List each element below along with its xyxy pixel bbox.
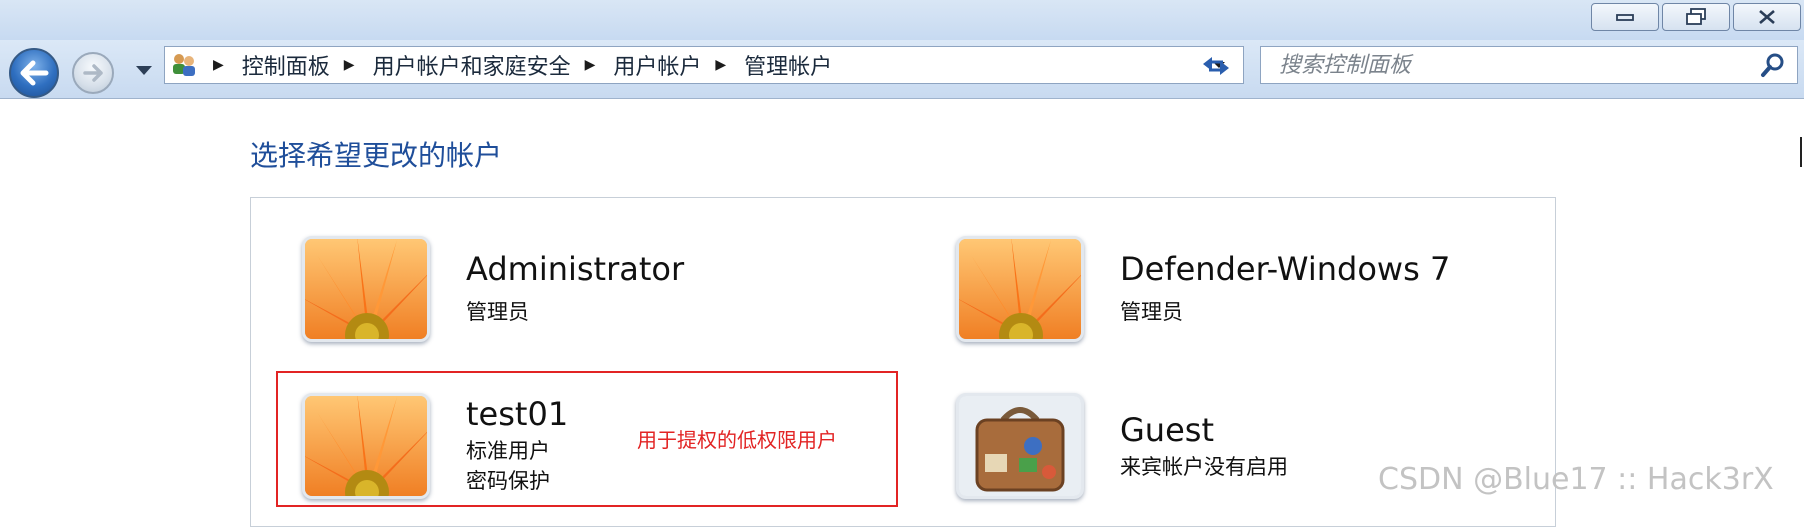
breadcrumb-separator[interactable]: ▶ bbox=[344, 57, 355, 73]
restore-icon bbox=[1686, 8, 1706, 25]
breadcrumb-manage-accounts[interactable]: 管理帐户 bbox=[744, 49, 832, 81]
breadcrumb-separator[interactable]: ▶ bbox=[715, 57, 726, 73]
watermark: CSDN @Blue17 :: Hack3rX bbox=[1378, 462, 1774, 497]
refresh-button[interactable] bbox=[1188, 48, 1244, 84]
account-type: 管理员 bbox=[1120, 300, 1183, 324]
annotation-text: 用于提权的低权限用户 bbox=[637, 428, 837, 452]
suitcase-account-picture bbox=[956, 393, 1084, 499]
page-title: 选择希望更改的帐户 bbox=[250, 139, 503, 172]
account-name[interactable]: Administrator bbox=[466, 250, 684, 288]
minimize-button[interactable] bbox=[1591, 3, 1659, 31]
flower-account-picture bbox=[302, 236, 430, 342]
navigation-bar: ▶ 控制面板 ▶ 用户帐户和家庭安全 ▶ 用户帐户 ▶ 管理帐户 bbox=[0, 40, 1804, 99]
user-accounts-icon bbox=[169, 51, 199, 79]
recent-pages-dropdown[interactable] bbox=[136, 66, 152, 75]
minimize-icon bbox=[1616, 14, 1634, 21]
back-button[interactable] bbox=[9, 48, 59, 98]
caption-buttons bbox=[1591, 3, 1804, 33]
refresh-icon bbox=[1203, 57, 1229, 75]
restore-button[interactable] bbox=[1662, 3, 1730, 31]
search-input[interactable] bbox=[1279, 49, 1719, 81]
breadcrumb-control-panel[interactable]: 控制面板 bbox=[242, 49, 330, 81]
breadcrumb-separator[interactable]: ▶ bbox=[213, 57, 224, 73]
account-name[interactable]: Defender-Windows 7 bbox=[1120, 250, 1450, 288]
close-icon bbox=[1759, 10, 1775, 24]
back-arrow-icon bbox=[20, 60, 49, 86]
account-type: 管理员 bbox=[466, 300, 529, 324]
account-tile-administrator[interactable]: Administrator 管理员 bbox=[302, 236, 922, 356]
forward-button[interactable] bbox=[72, 52, 114, 94]
flower-account-picture bbox=[956, 236, 1084, 342]
search-box[interactable] bbox=[1260, 46, 1798, 84]
account-name[interactable]: Guest bbox=[1120, 411, 1214, 449]
breadcrumb-user-accounts-family-safety[interactable]: 用户帐户和家庭安全 bbox=[373, 49, 571, 81]
forward-arrow-icon bbox=[83, 64, 103, 82]
account-status: 来宾帐户没有启用 bbox=[1120, 455, 1288, 479]
close-button[interactable] bbox=[1733, 3, 1801, 31]
title-bar bbox=[0, 0, 1804, 40]
breadcrumb-separator[interactable]: ▶ bbox=[585, 57, 596, 73]
address-bar[interactable]: ▶ 控制面板 ▶ 用户帐户和家庭安全 ▶ 用户帐户 ▶ 管理帐户 bbox=[164, 46, 1244, 84]
edge-marker bbox=[1800, 137, 1802, 167]
account-tile-defender-windows-7[interactable]: Defender-Windows 7 管理员 bbox=[956, 236, 1576, 356]
search-icon[interactable] bbox=[1759, 51, 1787, 79]
breadcrumb-user-accounts[interactable]: 用户帐户 bbox=[613, 49, 701, 81]
